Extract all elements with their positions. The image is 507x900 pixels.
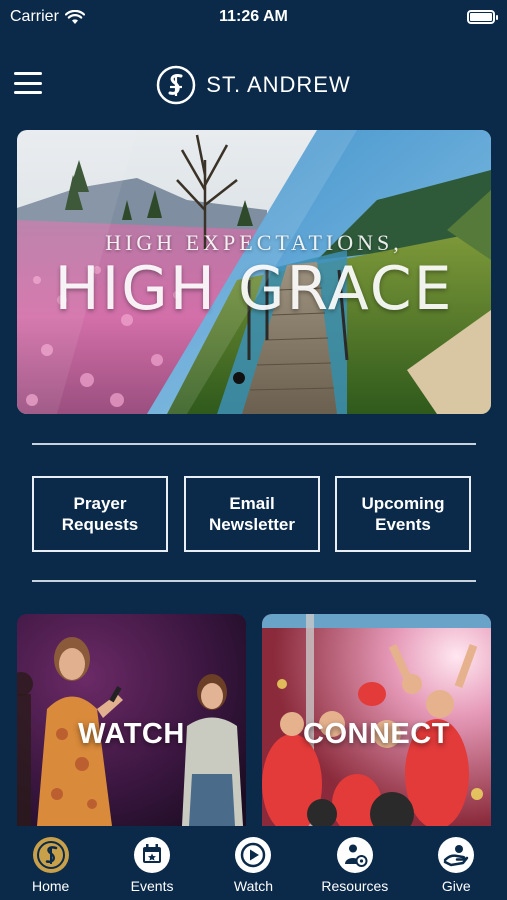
- tab-give-label: Give: [441, 878, 471, 894]
- status-left: Carrier: [10, 8, 85, 26]
- give-hand-icon: [438, 837, 475, 873]
- status-bar: Carrier 11:26 AM: [0, 0, 507, 34]
- battery-icon: [467, 10, 498, 24]
- hero-banner[interactable]: HIGH EXPECTATIONS, HIGH GRACE: [17, 130, 491, 414]
- prayer-requests-button[interactable]: Prayer Requests: [32, 476, 168, 552]
- connect-tile-label: CONNECT: [303, 718, 450, 750]
- tab-watch[interactable]: Watch: [203, 836, 303, 894]
- tab-home-label: Home: [32, 878, 70, 894]
- hero-title: HIGH GRACE: [54, 254, 454, 324]
- app-header: ST. ANDREW: [0, 58, 507, 112]
- upcoming-events-button[interactable]: Upcoming Events: [335, 476, 471, 552]
- tab-events[interactable]: Events: [102, 836, 202, 894]
- watch-tile-label: WATCH: [78, 718, 185, 750]
- play-icon: [235, 837, 272, 873]
- carrier-label: Carrier: [10, 8, 59, 25]
- brand: ST. ANDREW: [156, 65, 350, 105]
- watch-tile[interactable]: WATCH: [17, 614, 246, 826]
- tab-home[interactable]: Home: [1, 836, 101, 894]
- resources-icon: [336, 837, 373, 873]
- tab-bar: Home Events Watch Resources Give: [0, 826, 507, 900]
- hero-subtitle: HIGH EXPECTATIONS,: [105, 230, 403, 255]
- connect-tile[interactable]: CONNECT: [262, 614, 491, 826]
- wifi-icon: [64, 9, 85, 24]
- email-newsletter-button[interactable]: Email Newsletter: [184, 476, 320, 552]
- brand-name: ST. ANDREW: [206, 72, 351, 97]
- tab-give[interactable]: Give: [406, 836, 506, 894]
- carousel-page-indicator[interactable]: [233, 372, 245, 384]
- calendar-icon: [134, 837, 171, 873]
- tab-events-label: Events: [130, 878, 174, 894]
- divider-bottom: [32, 580, 476, 582]
- divider-top: [32, 443, 476, 445]
- tab-resources-label: Resources: [321, 878, 389, 894]
- home-logo-icon: [32, 837, 69, 873]
- tab-watch-label: Watch: [233, 878, 274, 894]
- menu-icon[interactable]: [14, 72, 42, 94]
- st-andrew-logo-icon: [157, 65, 196, 105]
- tab-resources[interactable]: Resources: [305, 836, 405, 894]
